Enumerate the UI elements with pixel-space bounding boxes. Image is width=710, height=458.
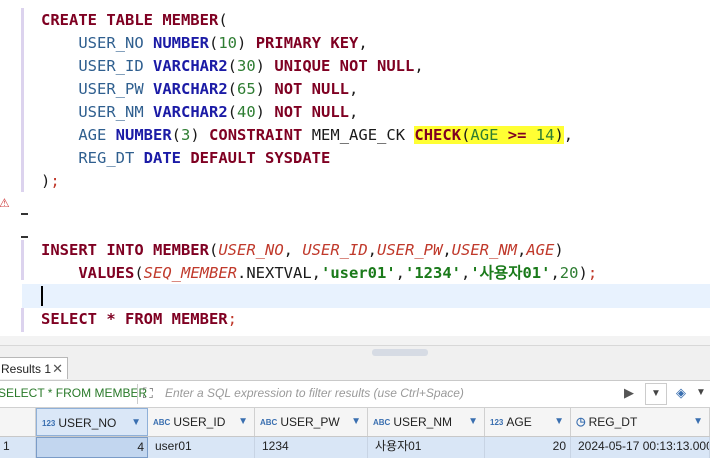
column-header-user-pw[interactable]: ABC USER_PW ▼ (255, 408, 368, 436)
filter-icon[interactable]: ⛶ (143, 385, 153, 402)
statement-marker (21, 240, 24, 280)
sort-icon[interactable]: ▼ (131, 409, 141, 437)
tab-results-1[interactable]: Results 1 ✕ (0, 357, 68, 379)
text-type-icon: ABC (153, 418, 171, 427)
results-tab-bar: Results 1 ✕ (0, 357, 710, 381)
close-icon[interactable]: ✕ (52, 358, 63, 380)
column-header-age[interactable]: 123 AGE ▼ (485, 408, 571, 436)
number-type-icon: 123 (42, 419, 56, 428)
column-header-user-nm[interactable]: ABC USER_NM ▼ (368, 408, 485, 436)
sort-icon[interactable]: ▼ (554, 408, 564, 436)
sort-icon[interactable]: ▼ (693, 408, 703, 436)
chevron-down-icon[interactable]: ▼ (696, 387, 706, 398)
run-filter-icon[interactable]: ▶ (624, 385, 634, 401)
code-line-6: AGE NUMBER(3) CONSTRAINT MEM_AGE_CK CHEC… (78, 126, 574, 144)
code-line-8: ); (41, 172, 60, 190)
sort-icon[interactable]: ▼ (238, 408, 248, 436)
column-header-reg-dt[interactable]: ◷ REG_DT ▼ (571, 408, 710, 436)
line-marker (21, 213, 28, 215)
cell-user-nm[interactable]: 사용자01 (368, 437, 485, 458)
sql-editor[interactable]: ⚠ CREATE TABLE MEMBER( USER_NO NUMBER(10… (0, 0, 710, 345)
code-line-9: INSERT INTO MEMBER(USER_NO, USER_ID,USER… (41, 241, 564, 259)
dropdown-icon[interactable]: ▼ (645, 383, 667, 405)
code-line-2: USER_NO NUMBER(10) PRIMARY KEY, (78, 34, 368, 52)
warning-icon[interactable]: ⚠ (0, 196, 10, 210)
editor-horizontal-scrollbar[interactable] (0, 336, 710, 345)
sort-icon[interactable]: ▼ (351, 408, 361, 436)
divider (137, 384, 138, 404)
code-line-7: REG_DT DATE DEFAULT SYSDATE (78, 149, 331, 167)
filter-input[interactable]: Enter a SQL expression to filter results… (165, 386, 464, 400)
tab-label: Results 1 (1, 362, 52, 376)
code-line-5: USER_NM VARCHAR2(40) NOT NULL, (78, 103, 359, 121)
column-header-user-no[interactable]: 123 USER_NO ▼ (36, 408, 148, 436)
sort-icon[interactable]: ▼ (468, 408, 478, 436)
number-type-icon: 123 (490, 418, 504, 427)
code-line-10: VALUES(SEQ_MEMBER.NEXTVAL,'user01','1234… (78, 264, 598, 282)
cell-user-id[interactable]: user01 (148, 437, 255, 458)
table-row[interactable]: 1 4 user01 1234 사용자01 20 2024-05-17 00:1… (0, 437, 710, 458)
statement-marker (21, 8, 24, 192)
splitter-grip[interactable] (372, 349, 428, 356)
cell-user-pw[interactable]: 1234 (255, 437, 368, 458)
cell-user-no[interactable]: 4 (36, 437, 148, 458)
text-type-icon: ABC (260, 418, 278, 427)
code-line-4: USER_PW VARCHAR2(65) NOT NULL, (78, 80, 359, 98)
cell-age[interactable]: 20 (485, 437, 571, 458)
editor-gutter (0, 0, 22, 345)
cell-reg-dt[interactable]: 2024-05-17 00:13:13.000 (571, 437, 710, 458)
line-marker (21, 236, 28, 238)
result-grid-header: 123 USER_NO ▼ ABC USER_ID ▼ ABC USER_PW ▼ ABC U… (0, 408, 710, 437)
code-line-11: SELECT * FROM MEMBER; (41, 310, 237, 328)
row-number[interactable]: 1 (0, 437, 36, 458)
text-caret (41, 286, 43, 306)
current-line-highlight (22, 284, 710, 308)
clock-icon: ◷ (576, 416, 586, 428)
eraser-icon[interactable]: ◈ (676, 385, 686, 401)
column-header-user-id[interactable]: ABC USER_ID ▼ (148, 408, 255, 436)
filter-query-label[interactable]: SELECT * FROM MEMBER (0, 386, 147, 400)
text-type-icon: ABC (373, 418, 391, 427)
statement-marker (21, 308, 24, 332)
filter-bar: SELECT * FROM MEMBER ⛶ Enter a SQL expre… (0, 381, 710, 408)
code-line-3: USER_ID VARCHAR2(30) UNIQUE NOT NULL, (78, 57, 424, 75)
code-line-1: CREATE TABLE MEMBER( (41, 11, 228, 29)
row-number-header (0, 408, 36, 436)
